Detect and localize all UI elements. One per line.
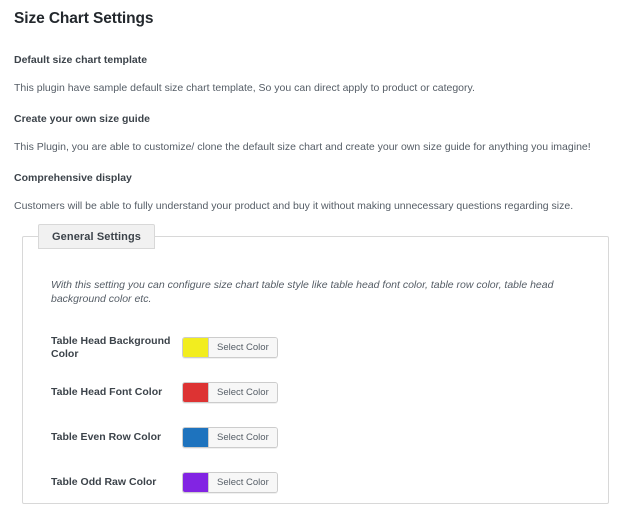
color-settings-list: Table Head Background Color Select Color… bbox=[41, 306, 590, 505]
label-table-head-font-color: Table Head Font Color bbox=[51, 386, 163, 398]
setting-row-table-head-font-color: Table Head Font Color Select Color bbox=[51, 370, 590, 415]
select-color-button-label[interactable]: Select Color bbox=[209, 383, 277, 402]
feature-heading-comprehensive-display: Comprehensive display bbox=[14, 172, 132, 184]
setting-row-table-odd-raw-color: Table Odd Raw Color Select Color bbox=[51, 460, 590, 505]
setting-row-table-head-background-color: Table Head Background Color Select Color bbox=[51, 325, 590, 370]
color-swatch-icon[interactable] bbox=[183, 473, 209, 492]
feature-text-own-size-guide: This Plugin, you are able to customize/ … bbox=[14, 141, 591, 153]
color-swatch-icon[interactable] bbox=[183, 428, 209, 447]
label-table-odd-raw-color: Table Odd Raw Color bbox=[51, 476, 157, 488]
feature-heading-default-template: Default size chart template bbox=[14, 54, 148, 66]
label-table-head-background-color: Table Head Background Color bbox=[51, 334, 171, 360]
feature-text-default-template: This plugin have sample default size cha… bbox=[14, 82, 475, 94]
color-picker-table-odd-raw-color[interactable]: Select Color bbox=[182, 472, 278, 493]
color-swatch-icon[interactable] bbox=[183, 338, 209, 357]
color-picker-table-head-font-color[interactable]: Select Color bbox=[182, 382, 278, 403]
feature-heading-own-size-guide: Create your own size guide bbox=[14, 113, 150, 125]
label-table-even-row-color: Table Even Row Color bbox=[51, 431, 162, 443]
page-title: Size Chart Settings bbox=[14, 10, 154, 27]
select-color-button-label[interactable]: Select Color bbox=[209, 428, 277, 447]
intro-section: Default size chart template This plugin … bbox=[14, 53, 614, 213]
panel-legend-general-settings[interactable]: General Settings bbox=[38, 224, 156, 249]
select-color-button-label[interactable]: Select Color bbox=[209, 338, 277, 357]
color-picker-table-even-row-color[interactable]: Select Color bbox=[182, 427, 278, 448]
general-settings-panel: General Settings With this setting you c… bbox=[22, 224, 609, 505]
select-color-button-label[interactable]: Select Color bbox=[209, 473, 277, 492]
feature-text-comprehensive-display: Customers will be able to fully understa… bbox=[14, 200, 574, 212]
color-picker-table-head-background-color[interactable]: Select Color bbox=[182, 337, 278, 358]
settings-page: Size Chart Settings Default size chart t… bbox=[0, 0, 628, 505]
color-swatch-icon[interactable] bbox=[183, 383, 209, 402]
setting-row-table-even-row-color: Table Even Row Color Select Color bbox=[51, 415, 590, 460]
